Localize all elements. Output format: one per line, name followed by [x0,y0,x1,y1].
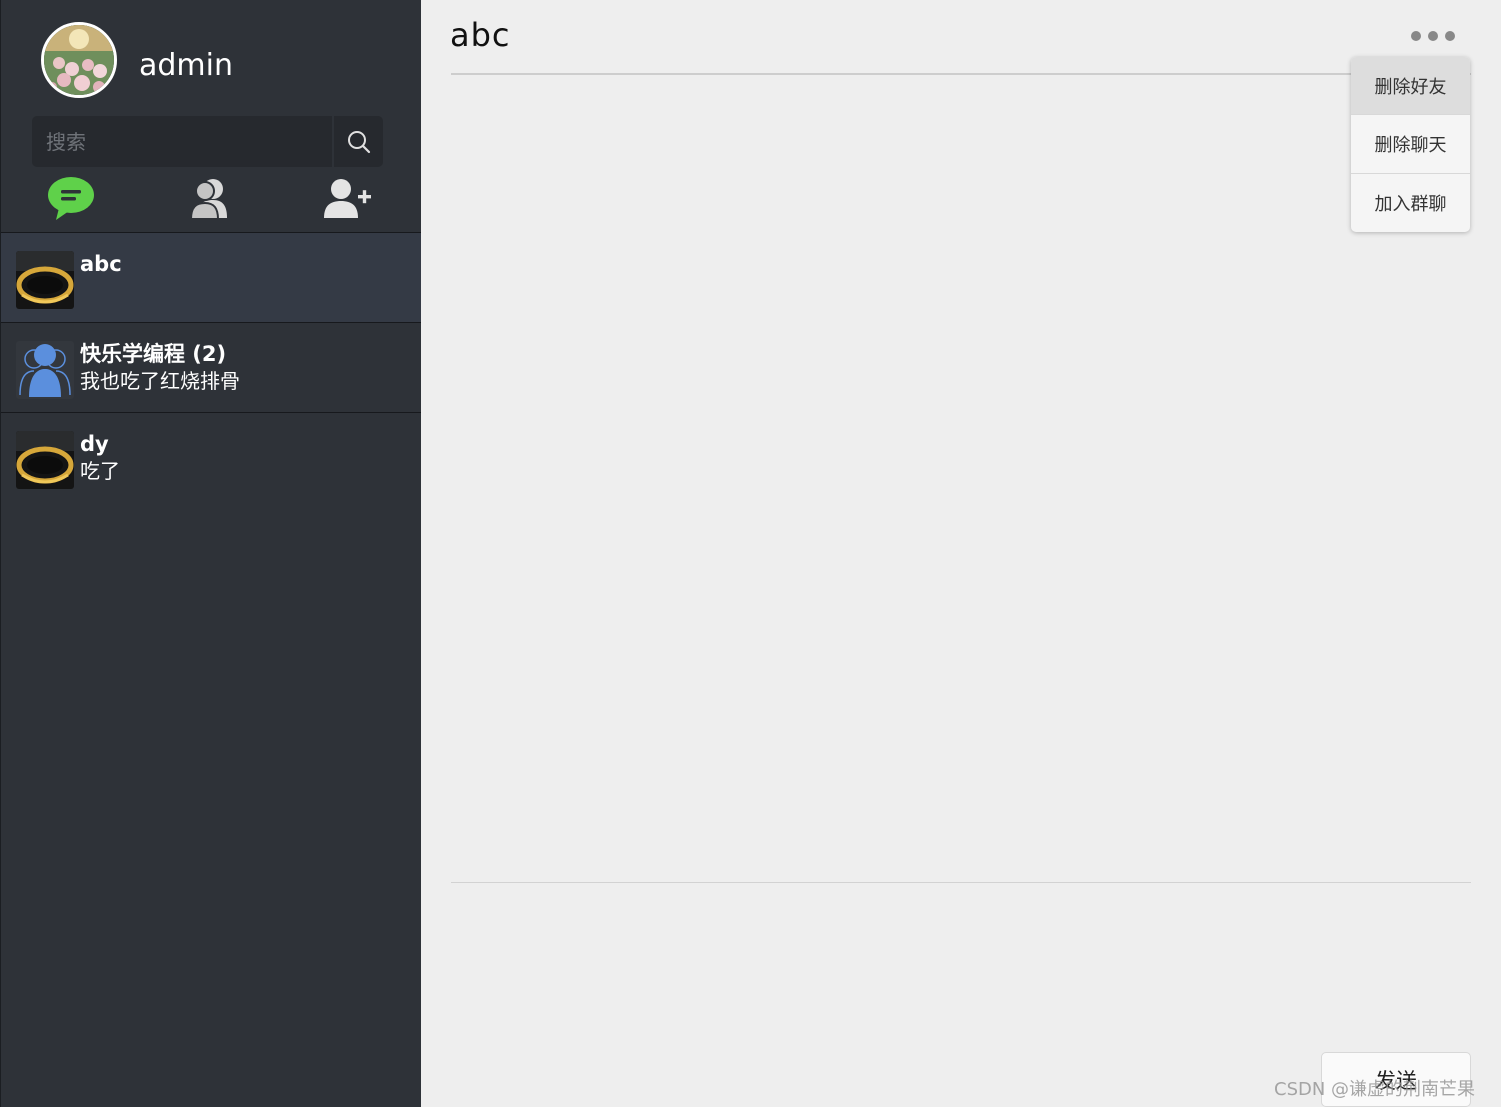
more-dots-icon [1428,31,1438,41]
conversation-item[interactable]: abc [1,232,422,322]
contact-avatar [16,431,74,489]
conversation-item[interactable]: 快乐学编程 (2) 我也吃了红烧排骨 [1,322,422,412]
menu-item-delete-friend[interactable]: 删除好友 [1351,57,1470,116]
tab-chats[interactable] [41,172,101,224]
add-user-icon [324,179,371,218]
more-dots-icon [1445,31,1455,41]
conversation-item[interactable]: dy 吃了 [1,412,422,502]
profile: admin [41,22,401,100]
search-button[interactable] [332,116,383,167]
composer-divider [451,882,1471,883]
chat-bubble-icon [48,177,94,220]
chat-title: abc [450,16,511,54]
tab-contacts[interactable] [179,172,239,224]
search-icon [347,130,370,153]
more-options-button[interactable] [1409,24,1457,48]
sidebar: admin 搜索 abc 快乐学编程 (2) 我也吃了红烧排骨 dy 吃了 [0,0,422,1107]
options-menu: 删除好友 删除聊天 加入群聊 [1351,57,1470,232]
menu-item-join-group[interactable]: 加入群聊 [1351,174,1470,232]
chat-panel: abc 删除好友 删除聊天 加入群聊 发送 CSDN @谦虚的荆南芒果 [421,0,1501,1107]
more-dots-icon [1411,31,1421,41]
user-avatar[interactable] [41,22,117,98]
conversation-name: dy [80,432,109,456]
conversation-last-message: 我也吃了红烧排骨 [80,369,240,393]
sidebar-nav [1,172,422,228]
conversation-name: 快乐学编程 (2) [80,342,227,366]
contacts-icon [189,179,227,220]
search-input[interactable] [32,116,330,167]
conversation-last-message: 吃了 [80,459,120,483]
conversation-list: abc 快乐学编程 (2) 我也吃了红烧排骨 dy 吃了 [1,232,422,502]
watermark: CSDN @谦虚的荆南芒果 [1274,1079,1476,1100]
search-box [32,116,383,167]
header-divider [451,73,1471,75]
menu-item-delete-chat[interactable]: 删除聊天 [1351,115,1470,174]
conversation-name: abc [80,252,122,276]
tab-add-friend[interactable] [318,172,378,224]
contact-avatar [16,251,74,309]
group-avatar [16,341,74,399]
username: admin [139,48,233,83]
